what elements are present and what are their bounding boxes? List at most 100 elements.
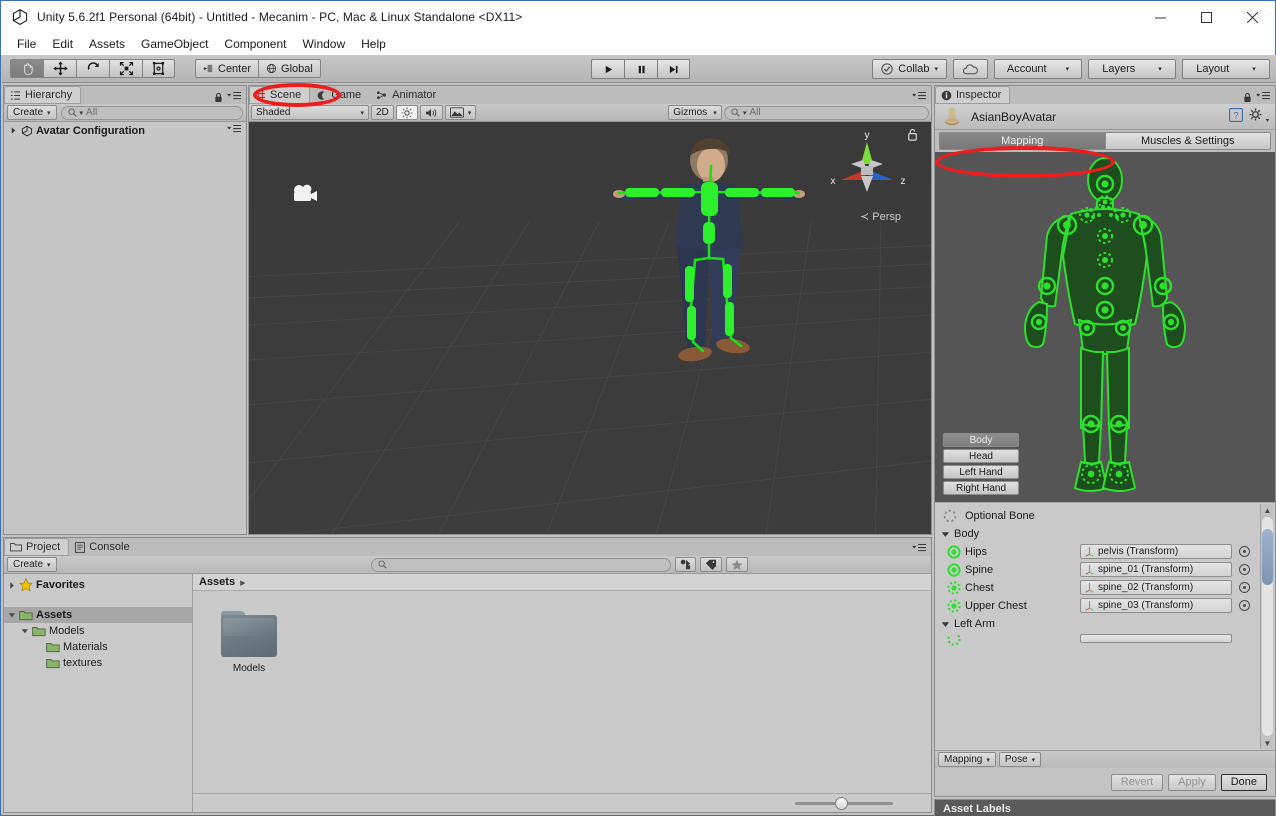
- gizmos-dropdown[interactable]: Gizmos ▾: [668, 105, 722, 120]
- tab-animator[interactable]: Animator: [370, 86, 445, 104]
- scene-menu-icon[interactable]: [912, 91, 926, 104]
- menu-help[interactable]: Help: [353, 34, 394, 54]
- body-part-right-hand-button[interactable]: Right Hand: [943, 481, 1019, 495]
- apply-button[interactable]: Apply: [1168, 774, 1216, 791]
- account-button[interactable]: Account ▾: [994, 59, 1082, 79]
- asset-item-models[interactable]: Models: [217, 611, 281, 674]
- bone-picker-hips[interactable]: [1239, 546, 1250, 557]
- tab-muscles-settings[interactable]: Muscles & Settings: [1106, 132, 1272, 150]
- project-menu-icon[interactable]: [912, 543, 926, 556]
- menu-file[interactable]: File: [9, 34, 44, 54]
- tree-item-materials[interactable]: Materials: [4, 639, 192, 655]
- scrollbar-thumb[interactable]: [1262, 529, 1273, 585]
- inspector-menu-icon[interactable]: [1256, 91, 1270, 104]
- lock-icon[interactable]: [214, 92, 223, 103]
- mapping-menu-button[interactable]: Mapping ▾: [938, 752, 996, 767]
- revert-button[interactable]: Revert: [1111, 774, 1163, 791]
- bone-row-hips[interactable]: Hips pelvis (Transform): [935, 543, 1259, 561]
- hand-tool-button[interactable]: [10, 59, 43, 78]
- scroll-up-arrow-icon[interactable]: ▲: [1264, 504, 1272, 516]
- hierarchy-row-menu-icon[interactable]: [227, 124, 246, 137]
- shading-mode-dropdown[interactable]: Shaded ▾: [251, 105, 369, 120]
- body-part-body-button[interactable]: Body: [943, 433, 1019, 447]
- tab-mapping[interactable]: Mapping: [939, 132, 1106, 150]
- menu-component[interactable]: Component: [216, 34, 294, 54]
- tab-console[interactable]: Console: [69, 538, 138, 556]
- hierarchy-search-input[interactable]: ▾ All: [61, 106, 243, 120]
- bone-list-scrollbar[interactable]: ▲ ▼: [1260, 504, 1274, 749]
- rect-tool-button[interactable]: [142, 59, 175, 78]
- pivot-mode-button[interactable]: Center: [195, 59, 258, 78]
- menu-gameobject[interactable]: GameObject: [133, 34, 216, 54]
- bone-row-chest[interactable]: Chest spine_02 (Transform): [935, 579, 1259, 597]
- bone-row-upper-chest[interactable]: Upper Chest spine_03 (Transform): [935, 597, 1259, 615]
- menu-edit[interactable]: Edit: [44, 34, 81, 54]
- scene-lighting-toggle[interactable]: [396, 105, 418, 120]
- scene-fx-dropdown[interactable]: ▾: [445, 105, 477, 120]
- bone-section-body[interactable]: Body: [935, 525, 1259, 543]
- breadcrumb-assets[interactable]: Assets: [199, 576, 235, 588]
- collab-button[interactable]: Collab ▾: [872, 59, 947, 79]
- scene-search-input[interactable]: ▾ All: [724, 106, 929, 120]
- hierarchy-create-button[interactable]: Create ▾: [7, 105, 57, 120]
- close-button[interactable]: [1229, 1, 1275, 33]
- scene-audio-toggle[interactable]: [420, 105, 443, 120]
- scene-projection-label[interactable]: ≺Persp: [860, 210, 901, 223]
- tree-item-textures[interactable]: textures: [4, 655, 192, 671]
- bone-row-spine[interactable]: Spine spine_01 (Transform): [935, 561, 1259, 579]
- tab-inspector[interactable]: Inspector: [935, 86, 1010, 104]
- tree-item-favorites[interactable]: Favorites: [4, 577, 192, 593]
- pause-button[interactable]: [624, 59, 657, 79]
- tree-item-assets[interactable]: Assets: [4, 607, 192, 623]
- bone-field-chest[interactable]: spine_02 (Transform): [1080, 580, 1232, 595]
- tab-project[interactable]: Project: [4, 538, 69, 556]
- hierarchy-root-item[interactable]: Avatar Configuration: [4, 122, 246, 139]
- asset-zoom-slider[interactable]: [795, 797, 893, 809]
- cloud-button[interactable]: [953, 59, 988, 79]
- bone-field-upper-chest[interactable]: spine_03 (Transform): [1080, 598, 1232, 613]
- project-favorite-filter-button[interactable]: [726, 557, 748, 572]
- step-button[interactable]: [657, 59, 690, 79]
- toggle-2d-button[interactable]: 2D: [371, 105, 394, 120]
- bone-picker-chest[interactable]: [1239, 582, 1250, 593]
- bone-field-partial[interactable]: [1080, 634, 1232, 643]
- avatar-preview-stage[interactable]: Body Head Left Hand Right Hand: [935, 152, 1275, 502]
- asset-grid[interactable]: Models: [193, 591, 931, 793]
- lock-icon[interactable]: [1243, 92, 1252, 103]
- minimize-button[interactable]: [1137, 1, 1183, 33]
- pose-menu-button[interactable]: Pose ▾: [999, 752, 1041, 767]
- scroll-down-arrow-icon[interactable]: ▼: [1264, 737, 1272, 749]
- project-create-button[interactable]: Create ▾: [7, 557, 57, 572]
- move-tool-button[interactable]: [43, 59, 76, 78]
- coordinate-space-button[interactable]: Global: [258, 59, 321, 78]
- tab-game[interactable]: Game: [310, 86, 370, 104]
- body-part-head-button[interactable]: Head: [943, 449, 1019, 463]
- bone-field-hips[interactable]: pelvis (Transform): [1080, 544, 1232, 559]
- hierarchy-list[interactable]: [4, 139, 246, 534]
- rotate-tool-button[interactable]: [76, 59, 109, 78]
- project-type-filter-button[interactable]: [675, 557, 696, 572]
- bone-section-left-arm[interactable]: Left Arm: [935, 615, 1259, 633]
- bone-picker-spine[interactable]: [1239, 564, 1250, 575]
- bone-mapping-list[interactable]: Optional Bone Body Hips pelvis (: [935, 502, 1275, 750]
- scene-viewport[interactable]: y x z: [249, 122, 931, 534]
- bone-field-spine[interactable]: spine_01 (Transform): [1080, 562, 1232, 577]
- scene-orientation-gizmo[interactable]: y x z: [821, 126, 913, 213]
- menu-window[interactable]: Window: [294, 34, 353, 54]
- bone-picker-upper-chest[interactable]: [1239, 600, 1250, 611]
- gear-icon[interactable]: ▾: [1249, 108, 1269, 125]
- scale-tool-button[interactable]: [109, 59, 142, 78]
- layout-button[interactable]: Layout ▾: [1182, 59, 1270, 79]
- maximize-button[interactable]: [1183, 1, 1229, 33]
- menu-assets[interactable]: Assets: [81, 34, 133, 54]
- project-label-filter-button[interactable]: [700, 557, 722, 572]
- hierarchy-menu-icon[interactable]: [227, 91, 241, 104]
- bone-row-partial[interactable]: [935, 633, 1259, 651]
- scene-view-lock-icon[interactable]: [907, 128, 918, 144]
- project-search-input[interactable]: [371, 558, 671, 572]
- layers-button[interactable]: Layers ▾: [1088, 59, 1176, 79]
- tab-hierarchy[interactable]: Hierarchy: [4, 86, 81, 104]
- done-button[interactable]: Done: [1221, 774, 1267, 791]
- body-part-left-hand-button[interactable]: Left Hand: [943, 465, 1019, 479]
- tab-scene[interactable]: Scene: [249, 86, 310, 104]
